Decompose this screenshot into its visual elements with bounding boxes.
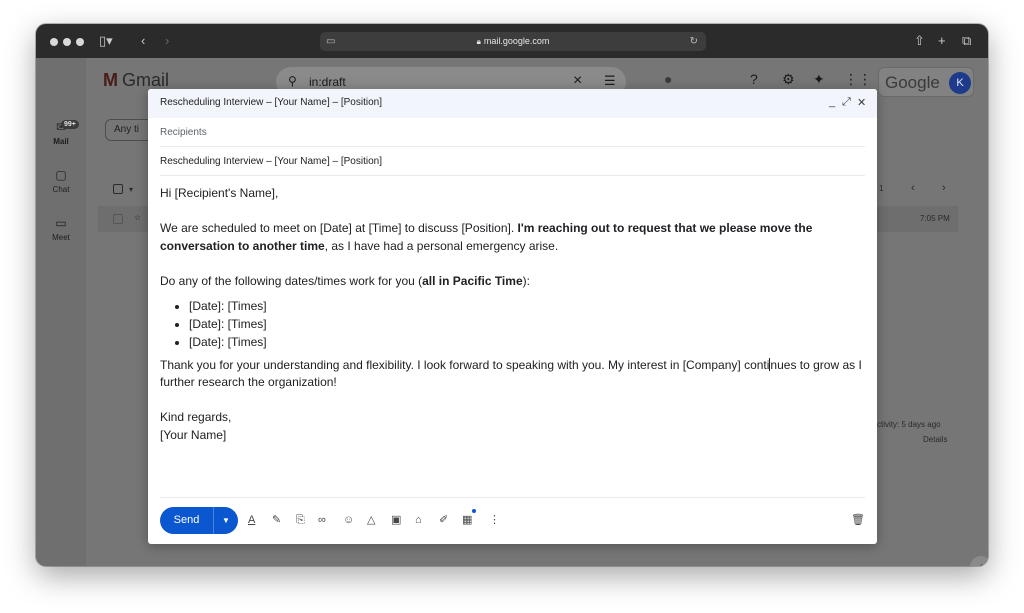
list-item: [Date]: [Times] [189, 333, 865, 351]
paragraph-3: Thank you for your understanding and fle… [160, 357, 865, 392]
para2-bold: all in Pacific Time [422, 273, 523, 288]
help-icon[interactable]: ? [750, 71, 758, 87]
compose-dialog: Rescheduling Interview – [Your Name] – [… [148, 89, 877, 544]
para1-end: , as I have had a personal emergency ari… [324, 238, 559, 253]
magic-write-icon[interactable]: ✎ [272, 512, 281, 528]
send-button-group: Send ▼ [160, 507, 238, 534]
send-button[interactable]: Send [160, 507, 213, 534]
search-options-icon[interactable]: ☰ [604, 73, 616, 89]
lock-icon: 🔒︎ [476, 37, 481, 46]
rail-chat-label: Chat [52, 185, 70, 194]
forward-icon[interactable]: › [165, 33, 169, 49]
fullscreen-icon[interactable]: ⤢ [842, 96, 851, 109]
more-options-icon[interactable]: ⋮ [489, 512, 500, 528]
select-all-checkbox[interactable] [113, 184, 123, 194]
discard-draft-icon[interactable]: 🗑︎ [851, 512, 865, 528]
para3-text: Thank you for your understanding and fle… [160, 357, 770, 372]
window-minimize-dot[interactable] [63, 38, 71, 46]
gmail-logo[interactable]: M Gmail [103, 70, 169, 91]
compose-header[interactable]: Rescheduling Interview – [Your Name] – [… [148, 89, 877, 118]
rail-mail-label: Mail [53, 137, 69, 146]
para1-text: We are scheduled to meet on [Date] at [T… [160, 221, 518, 236]
side-panel-toggle[interactable]: ‹ [970, 556, 988, 566]
clear-search-icon[interactable]: × [573, 72, 582, 90]
paragraph-2: Do any of the following dates/times work… [160, 273, 865, 291]
new-tab-icon[interactable]: + [938, 33, 946, 49]
meet-icon: ▭ [55, 216, 67, 230]
formatting-options-icon[interactable]: A [248, 512, 255, 528]
signature: [Your Name] [160, 427, 227, 442]
closing: Kind regards, [160, 410, 232, 425]
window-close-dot[interactable] [50, 38, 58, 46]
minimize-icon[interactable]: _ [829, 96, 835, 108]
next-page-icon[interactable]: › [942, 182, 946, 194]
rail-meet-label: Meet [52, 233, 70, 242]
select-menu-chevron-icon[interactable]: ▾ [129, 185, 133, 194]
link-icon[interactable]: ∞ [318, 512, 326, 528]
google-account-button[interactable]: Google K [878, 67, 974, 97]
star-icon[interactable]: ☆ [134, 213, 141, 222]
tab-overview-icon[interactable]: ▭ [326, 32, 335, 51]
pager-count: 1 [879, 184, 884, 193]
details-link[interactable]: Details [923, 435, 947, 444]
list-item: [Date]: [Times] [189, 315, 865, 333]
url-text: mail.google.com [483, 36, 550, 46]
share-icon[interactable]: ⇧ [914, 33, 925, 49]
subject-field[interactable]: Rescheduling Interview – [Your Name] – [… [160, 147, 865, 176]
search-icon[interactable]: ⚲ [288, 74, 297, 88]
schedule-event-icon[interactable]: ▦ [462, 509, 476, 528]
avatar[interactable]: K [949, 72, 971, 94]
confidential-mode-icon[interactable]: ⌂ [415, 512, 422, 528]
google-wordmark: Google [885, 73, 940, 92]
address-bar[interactable]: ▭ 🔒︎ mail.google.com ↻ [320, 32, 706, 51]
row-time: 7:05 PM [920, 214, 950, 223]
dates-list: [Date]: [Times] [Date]: [Times] [Date]: … [160, 297, 865, 351]
recipients-field[interactable]: Recipients [160, 118, 865, 147]
close-icon[interactable]: ✕ [857, 96, 866, 109]
message-body[interactable]: Hi [Recipient's Name], We are scheduled … [160, 185, 865, 445]
emoji-icon[interactable]: ☺ [343, 512, 354, 528]
attach-icon[interactable]: ⎘ [296, 512, 305, 528]
gemini-icon[interactable]: ✦ [813, 71, 825, 88]
unread-badge: 99+ [61, 120, 79, 129]
compose-title: Rescheduling Interview – [Your Name] – [… [160, 97, 382, 108]
window-zoom-dot[interactable] [76, 38, 84, 46]
para2-end: ): [522, 273, 530, 288]
rail-mail[interactable]: 99+ ✉ Mail [36, 120, 86, 146]
nav-rail: 99+ ✉ Mail ▢ Chat ▭ Meet [36, 58, 86, 566]
status-dot-icon[interactable]: ● [664, 71, 672, 87]
rail-meet[interactable]: ▭ Meet [36, 216, 86, 242]
last-activity-text: ctivity: 5 days ago [877, 420, 941, 429]
signature-icon[interactable]: ✐ [439, 512, 448, 528]
list-item: [Date]: [Times] [189, 297, 865, 315]
drive-icon[interactable]: △ [367, 512, 375, 528]
row-checkbox[interactable] [113, 214, 123, 224]
paragraph-1: We are scheduled to meet on [Date] at [T… [160, 220, 865, 255]
tabs-icon[interactable]: ⧉ [962, 33, 971, 49]
rail-chat[interactable]: ▢ Chat [36, 168, 86, 194]
prev-page-icon[interactable]: ‹ [911, 182, 915, 194]
reload-icon[interactable]: ↻ [690, 32, 698, 51]
gmail-m-icon: M [103, 70, 118, 90]
schedule-send-chevron-icon[interactable]: ▼ [214, 507, 238, 534]
browser-titlebar: ▯▾ ‹ › ▭ 🔒︎ mail.google.com ↻ ⇧ + ⧉ [36, 24, 988, 58]
search-input[interactable]: in:draft [309, 75, 346, 89]
toolbar-divider [160, 497, 865, 498]
back-icon[interactable]: ‹ [141, 33, 145, 49]
para2-text: Do any of the following dates/times work… [160, 273, 423, 288]
gmail-logo-text: Gmail [122, 70, 170, 90]
sidebar-toggle-icon[interactable]: ▯▾ [99, 33, 113, 49]
greeting: Hi [Recipient's Name], [160, 186, 279, 200]
photo-icon[interactable]: ▣ [391, 512, 401, 528]
settings-icon[interactable]: ⚙ [782, 71, 795, 88]
chat-icon: ▢ [55, 168, 67, 182]
